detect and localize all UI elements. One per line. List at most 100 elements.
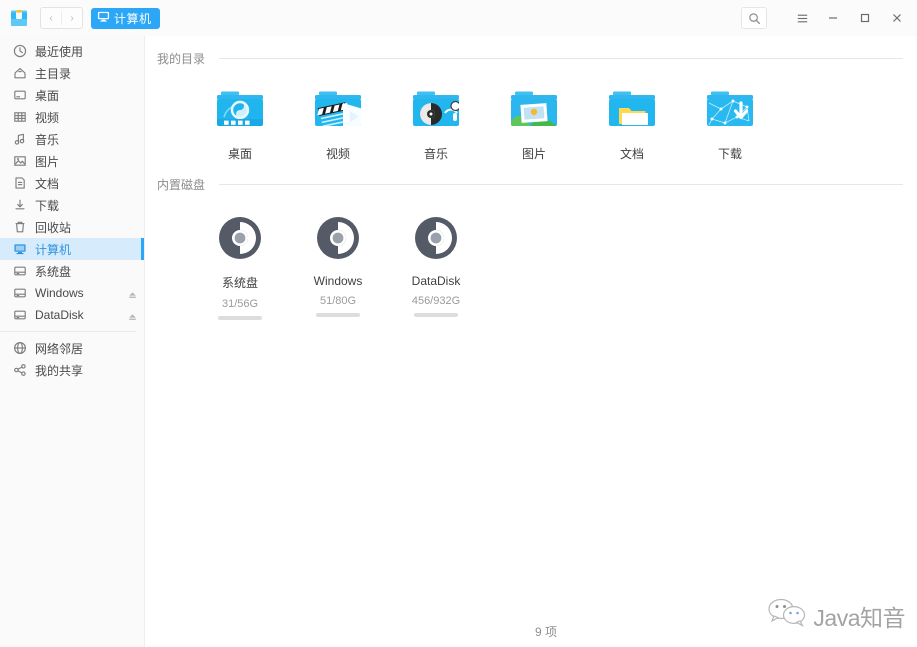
sidebar-item-文档[interactable]: 文档 [0, 172, 144, 194]
section-header: 我的目录 [157, 36, 903, 67]
folder-name-label: 文档 [619, 147, 644, 161]
sidebar-separator [0, 331, 136, 332]
sidebar-item-label: 主目录 [35, 66, 72, 81]
back-button[interactable]: ‹ [41, 8, 61, 28]
sidebar-item-网络邻居[interactable]: 网络邻居 [0, 337, 144, 359]
disk-icon [313, 213, 363, 263]
sidebar-item-桌面[interactable]: 桌面 [0, 84, 144, 106]
picture-icon [12, 154, 28, 168]
folder-downloads-icon [703, 87, 757, 133]
disk-usage-bar [414, 313, 458, 317]
file-manager-window: ‹ › 计算机 最近使用 主目录 桌面 视频 音乐 图片 文档 下载 回收站 计… [0, 0, 917, 647]
folder-tile[interactable]: 视频 [289, 81, 387, 162]
sidebar-item-label: DataDisk [35, 308, 84, 322]
monitor-icon [12, 242, 28, 256]
download-icon [12, 198, 28, 212]
document-icon [12, 176, 28, 190]
network-globe-icon [12, 341, 28, 355]
drive-icon [12, 264, 28, 278]
section-title: 我的目录 [157, 52, 206, 66]
folder-name-label: 桌面 [227, 147, 252, 161]
sidebar: 最近使用主目录桌面视频音乐图片文档下载回收站计算机系统盘 Windows DataD… [0, 36, 145, 647]
disk-tile[interactable]: Windows 51/80G [289, 207, 387, 320]
statusbar: 9 项 [145, 615, 917, 647]
sidebar-item-label: 文档 [35, 176, 60, 191]
forward-button[interactable]: › [62, 8, 82, 28]
folder-tile[interactable]: 文档 [583, 81, 681, 162]
sidebar-item-label: 我的共享 [35, 363, 84, 378]
disk-name-label: Windows [313, 274, 363, 288]
sidebar-item-我的共享[interactable]: 我的共享 [0, 359, 144, 381]
folder-name-label: 视频 [325, 147, 350, 161]
folder-tile[interactable]: 桌面 [191, 81, 289, 162]
eject-icon[interactable] [126, 287, 138, 300]
sidebar-item-datadisk[interactable]: DataDisk [0, 304, 144, 326]
sidebar-item-label: 视频 [35, 110, 60, 125]
disk-tile[interactable]: DataDisk 456/932G [387, 207, 485, 320]
folder-name-label: 音乐 [423, 147, 448, 161]
disk-tile[interactable]: 系统盘 31/56G [191, 207, 289, 320]
sidebar-item-回收站[interactable]: 回收站 [0, 216, 144, 238]
disk-grid: 系统盘 31/56G Windows 51/80G DataDisk 456/932G [157, 193, 903, 320]
section-divider [219, 58, 903, 59]
disk-name-label: 系统盘 [221, 276, 258, 290]
sidebar-item-label: Windows [35, 286, 84, 300]
folder-desktop-icon [213, 87, 267, 133]
trash-icon [12, 220, 28, 234]
sidebar-item-系统盘[interactable]: 系统盘 [0, 260, 144, 282]
folder-grid: 桌面 视频 音乐 图片 文档 下载 [157, 67, 903, 162]
sidebar-item-主目录[interactable]: 主目录 [0, 62, 144, 84]
home-icon [12, 66, 28, 80]
sidebar-item-计算机[interactable]: 计算机 [0, 238, 144, 260]
folder-documents-icon [605, 87, 659, 133]
window-body: 最近使用 主目录 桌面 视频 音乐 图片 文档 下载 回收站 计算机 系统盘 Windows DataD… [0, 36, 917, 647]
clock-icon [12, 44, 28, 58]
sidebar-item-label: 网络邻居 [35, 341, 84, 356]
desktop-icon [12, 88, 28, 102]
section-divider [219, 184, 903, 185]
hamburger-menu-icon[interactable] [787, 5, 817, 31]
main-content: 我的目录 桌面 视频 音乐 图片 文档 下载 内置磁盘 系统盘 31/56G Windows 51/8… [145, 36, 917, 647]
sidebar-item-windows[interactable]: Windows [0, 282, 144, 304]
drive-icon [12, 308, 28, 322]
navigation-buttons: ‹ › [40, 7, 83, 29]
maximize-icon[interactable] [849, 5, 881, 31]
monitor-icon [97, 10, 110, 26]
sidebar-item-label: 回收站 [35, 220, 72, 235]
minimize-icon[interactable] [817, 5, 849, 31]
disk-name-label: DataDisk [411, 274, 461, 288]
folder-name-label: 图片 [521, 147, 546, 161]
folder-tile[interactable]: 下载 [681, 81, 779, 162]
sidebar-item-label: 系统盘 [35, 264, 72, 279]
sidebar-item-label: 图片 [35, 154, 60, 169]
sidebar-item-最近使用[interactable]: 最近使用 [0, 40, 144, 62]
music-note-icon [12, 132, 28, 146]
sidebar-item-音乐[interactable]: 音乐 [0, 128, 144, 150]
disk-icon [215, 213, 265, 263]
file-manager-icon [6, 5, 32, 31]
sidebar-item-视频[interactable]: 视频 [0, 106, 144, 128]
sidebar-item-label: 桌面 [35, 88, 60, 103]
sidebar-item-图片[interactable]: 图片 [0, 150, 144, 172]
share-icon [12, 363, 28, 377]
item-count-label: 9 项 [534, 624, 557, 639]
video-icon [12, 110, 28, 124]
sidebar-item-label: 下载 [35, 198, 60, 213]
sidebar-item-label: 最近使用 [35, 44, 84, 59]
folder-tile[interactable]: 音乐 [387, 81, 485, 162]
folder-music-icon [409, 87, 463, 133]
content-scroll-area: 我的目录 桌面 视频 音乐 图片 文档 下载 内置磁盘 系统盘 31/56G Windows 51/8… [145, 36, 917, 615]
section-title: 内置磁盘 [157, 178, 206, 192]
eject-icon[interactable] [126, 309, 138, 322]
drive-icon [12, 286, 28, 300]
sidebar-item-下载[interactable]: 下载 [0, 194, 144, 216]
search-icon[interactable] [741, 7, 767, 29]
titlebar: ‹ › 计算机 [0, 0, 917, 36]
breadcrumb[interactable]: 计算机 [91, 7, 160, 29]
close-icon[interactable] [881, 5, 913, 31]
folder-pictures-icon [507, 87, 561, 133]
breadcrumb-label: 计算机 [114, 11, 152, 26]
folder-tile[interactable]: 图片 [485, 81, 583, 162]
sidebar-item-label: 音乐 [35, 132, 60, 147]
folder-name-label: 下载 [717, 147, 742, 161]
